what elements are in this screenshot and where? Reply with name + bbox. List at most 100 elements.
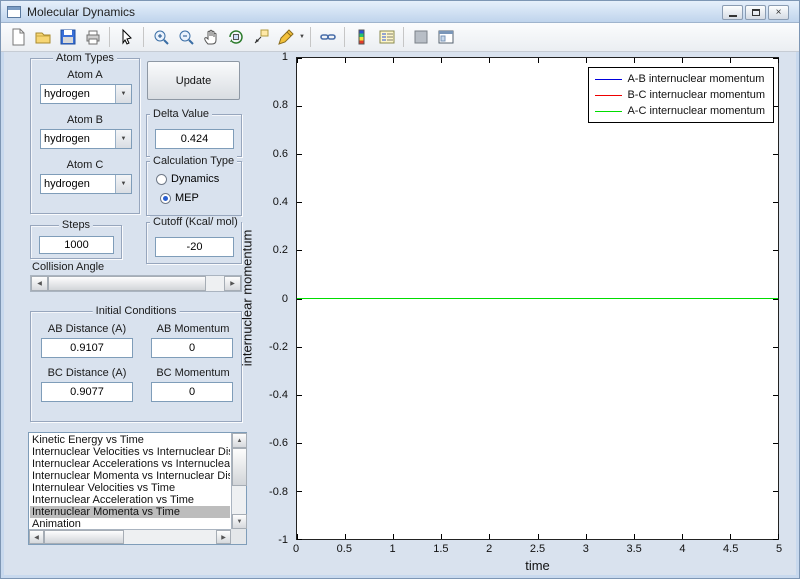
tick-mark <box>297 106 302 107</box>
minimize-button[interactable] <box>722 5 743 20</box>
bc-momentum-input[interactable] <box>151 382 233 402</box>
list-item[interactable]: Internuclear Accelerations vs Internucle… <box>30 458 230 470</box>
tick-mark <box>441 534 442 539</box>
scroll-up-arrow-icon[interactable]: ▲ <box>232 433 247 448</box>
brush-dropdown-icon[interactable]: ▼ <box>298 34 306 40</box>
list-item[interactable]: Internuclear Momenta vs Time <box>30 506 230 518</box>
atom-a-value: hydrogen <box>41 85 115 103</box>
edit-plot-icon[interactable] <box>115 26 138 49</box>
tick-mark <box>773 154 778 155</box>
legend-line-sample <box>595 111 622 112</box>
list-item[interactable]: Kinetic Energy vs Time <box>30 434 230 446</box>
y-tick-label: 0 <box>282 293 288 305</box>
print-figure-icon[interactable] <box>81 26 104 49</box>
maximize-button[interactable] <box>745 5 766 20</box>
window-title: Molecular Dynamics <box>27 5 135 19</box>
tick-mark <box>773 250 778 251</box>
hide-plot-tools-icon[interactable] <box>409 26 432 49</box>
y-tick-label: 1 <box>282 51 288 63</box>
tick-mark <box>773 58 778 59</box>
list-item[interactable]: Internuclear Velocities vs Internuclear … <box>30 446 230 458</box>
listbox-items[interactable]: Kinetic Energy vs TimeInternuclear Veloc… <box>30 434 230 528</box>
radio-mep[interactable]: MEP <box>160 192 199 204</box>
tick-mark <box>634 58 635 63</box>
insert-colorbar-icon[interactable] <box>350 26 373 49</box>
atom-a-select[interactable]: hydrogen ▼ <box>40 84 132 104</box>
pan-icon[interactable] <box>199 26 222 49</box>
radio-circle-icon[interactable] <box>156 174 167 185</box>
open-file-icon[interactable] <box>31 26 54 49</box>
steps-title: Steps <box>59 219 93 231</box>
data-cursor-icon[interactable] <box>249 26 272 49</box>
chevron-down-icon[interactable]: ▼ <box>115 175 131 193</box>
delta-value-panel: Delta Value <box>146 114 242 157</box>
rotate-3d-icon[interactable] <box>224 26 247 49</box>
cutoff-input[interactable] <box>155 237 234 257</box>
ab-momentum-input[interactable] <box>151 338 233 358</box>
radio-mep-label: MEP <box>175 192 199 204</box>
delta-value-input[interactable] <box>155 129 234 149</box>
tick-mark <box>778 534 779 539</box>
atom-b-value: hydrogen <box>41 130 115 148</box>
scroll-right-arrow-icon[interactable]: ▶ <box>216 530 231 544</box>
tick-mark <box>773 539 778 540</box>
tick-mark <box>773 202 778 203</box>
tick-mark <box>297 443 302 444</box>
listbox-horizontal-scrollbar[interactable]: ◀ ▶ <box>29 529 231 544</box>
tick-mark <box>297 250 302 251</box>
y-tick-label: 0.6 <box>273 148 288 160</box>
ab-distance-input[interactable] <box>41 338 133 358</box>
link-plot-icon[interactable] <box>316 26 339 49</box>
scroll-left-arrow-icon[interactable]: ◀ <box>29 530 44 544</box>
x-tick-label: 3.5 <box>626 543 641 555</box>
list-item[interactable]: Internuclear Momenta vs Internuclear Dis… <box>30 470 230 482</box>
x-tick-label: 1 <box>390 543 396 555</box>
chevron-down-icon[interactable]: ▼ <box>115 85 131 103</box>
tick-mark <box>297 154 302 155</box>
close-button[interactable]: × <box>768 5 789 20</box>
slider-left-arrow-icon[interactable]: ◀ <box>31 276 48 291</box>
plot-type-listbox[interactable]: Kinetic Energy vs TimeInternuclear Veloc… <box>28 432 247 545</box>
list-item[interactable]: Internulear Velocities vs Time <box>30 482 230 494</box>
zoom-in-icon[interactable] <box>149 26 172 49</box>
slider-right-arrow-icon[interactable]: ▶ <box>224 276 241 291</box>
app-window: Molecular Dynamics × ▼ Atom Types <box>0 0 800 579</box>
bc-distance-input[interactable] <box>41 382 133 402</box>
atom-types-title: Atom Types <box>53 52 117 64</box>
cutoff-title: Cutoff (Kcal/ mol) <box>150 216 241 228</box>
update-button[interactable]: Update <box>147 61 240 100</box>
radio-circle-icon[interactable] <box>160 193 171 204</box>
radio-dynamics[interactable]: Dynamics <box>156 173 219 185</box>
zoom-out-icon[interactable] <box>174 26 197 49</box>
atom-b-select[interactable]: hydrogen ▼ <box>40 129 132 149</box>
app-icon <box>7 6 21 18</box>
steps-input[interactable] <box>39 236 114 254</box>
tick-mark <box>778 58 779 63</box>
vertical-scroll-thumb[interactable] <box>232 448 247 486</box>
atom-b-label: Atom B <box>31 114 139 126</box>
list-item[interactable]: Internuclear Acceleration vs Time <box>30 494 230 506</box>
list-item[interactable]: Animation <box>30 518 230 528</box>
horizontal-scroll-thumb[interactable] <box>44 530 124 544</box>
tick-mark <box>297 491 302 492</box>
collision-angle-slider[interactable]: ◀ ▶ <box>30 275 242 292</box>
new-figure-icon[interactable] <box>6 26 29 49</box>
scroll-down-arrow-icon[interactable]: ▼ <box>232 514 247 529</box>
slider-thumb[interactable] <box>48 276 206 291</box>
brush-data-icon[interactable] <box>274 26 297 49</box>
show-plot-tools-dock-icon[interactable] <box>434 26 457 49</box>
bc-distance-label: BC Distance (A) <box>31 367 143 379</box>
tick-mark <box>773 299 778 300</box>
chart-legend[interactable]: A-B internuclear momentumB-C internuclea… <box>588 67 774 123</box>
ab-momentum-label: AB Momentum <box>143 323 243 335</box>
insert-legend-icon[interactable] <box>375 26 398 49</box>
listbox-vertical-scrollbar[interactable]: ▲ ▼ <box>231 433 246 529</box>
chevron-down-icon[interactable]: ▼ <box>115 130 131 148</box>
slider-track[interactable] <box>206 276 224 291</box>
ab-distance-label: AB Distance (A) <box>31 323 143 335</box>
atom-c-select[interactable]: hydrogen ▼ <box>40 174 132 194</box>
plot-lines <box>297 58 778 539</box>
horizontal-scroll-track[interactable] <box>124 530 216 544</box>
plot-area[interactable]: A-B internuclear momentumB-C internuclea… <box>296 57 779 540</box>
save-figure-icon[interactable] <box>56 26 79 49</box>
